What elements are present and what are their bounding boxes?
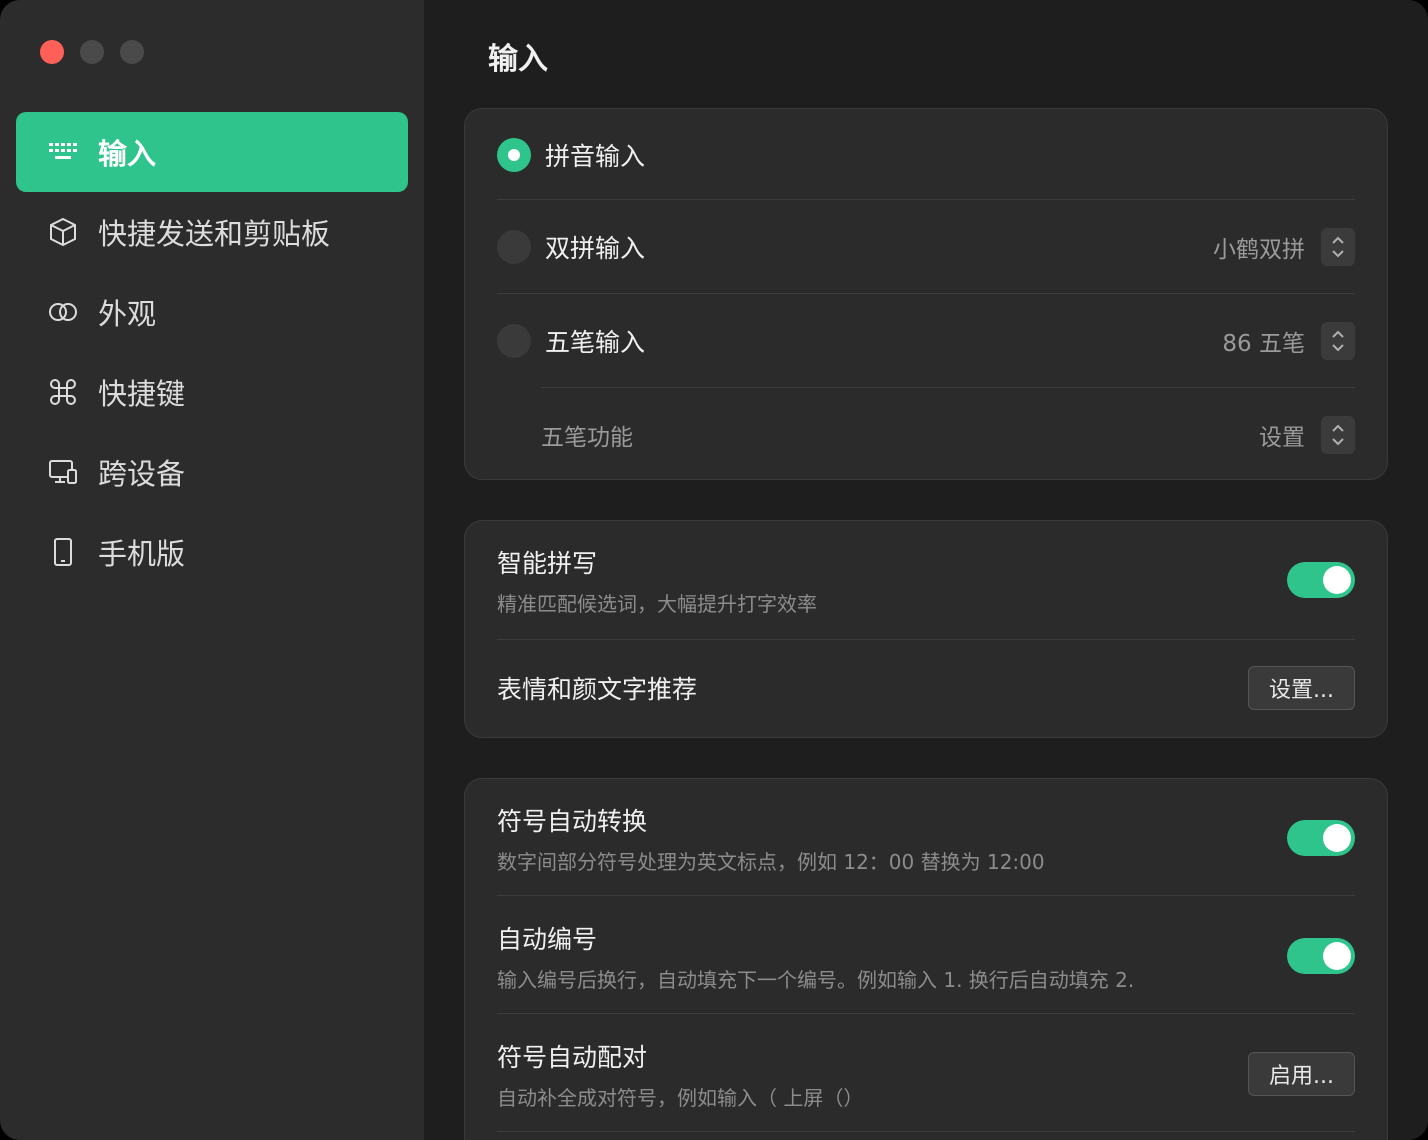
chevron-updown-icon xyxy=(1332,424,1344,446)
command-icon xyxy=(46,375,80,409)
cube-icon xyxy=(46,215,80,249)
auto-number-label: 自动编号 xyxy=(497,924,598,954)
wubi-label: 五笔输入 xyxy=(545,328,646,357)
auto-pair-enable-button[interactable]: 启用... xyxy=(1248,1052,1355,1096)
auto-convert-desc: 数字间部分符号处理为英文标点，例如 12：00 替换为 12:00 xyxy=(497,849,1045,874)
auto-number-desc: 输入编号后换行，自动填充下一个编号。例如输入 1. 换行后自动填充 2. xyxy=(497,967,1135,992)
sidebar-item-cross-device[interactable]: 跨设备 xyxy=(16,432,408,512)
auto-pair-label: 符号自动配对 xyxy=(497,1042,648,1072)
input-method-card: 拼音输入 双拼输入 小鹤双拼 五笔输入 86 五笔 五笔功能 设置 xyxy=(464,108,1388,480)
smart-spell-row: 智能拼写 精准匹配候选词，大幅提升打字效率 xyxy=(497,543,1355,617)
sidebar-item-label: 手机版 xyxy=(98,537,186,571)
wubi-feature-row: 五笔功能 设置 xyxy=(497,415,1355,455)
wubi-feature-stepper[interactable] xyxy=(1321,416,1355,454)
phone-icon xyxy=(46,535,80,569)
shuangpin-row[interactable]: 双拼输入 小鹤双拼 xyxy=(497,227,1355,267)
sidebar-item-label: 快捷发送和剪贴板 xyxy=(98,217,331,251)
shuangpin-label: 双拼输入 xyxy=(545,234,646,263)
emoji-settings-button[interactable]: 设置... xyxy=(1248,666,1355,710)
rings-icon xyxy=(46,295,80,329)
shuangpin-radio[interactable] xyxy=(497,230,531,264)
wubi-version-stepper[interactable] xyxy=(1321,322,1355,360)
wubi-radio[interactable] xyxy=(497,324,531,358)
divider xyxy=(497,895,1355,896)
emoji-row: 表情和颜文字推荐 设置... xyxy=(497,665,1355,711)
auto-convert-toggle[interactable] xyxy=(1287,820,1355,856)
divider xyxy=(497,639,1355,640)
auto-convert-label: 符号自动转换 xyxy=(497,806,648,836)
divider xyxy=(497,1131,1355,1132)
pinyin-row[interactable]: 拼音输入 xyxy=(497,135,1355,175)
auto-pair-desc: 自动补全成对符号，例如输入（ 上屏（） xyxy=(497,1085,864,1110)
shuangpin-scheme-stepper[interactable] xyxy=(1321,228,1355,266)
smart-features-card: 智能拼写 精准匹配候选词，大幅提升打字效率 表情和颜文字推荐 设置... xyxy=(464,520,1388,738)
pinyin-radio[interactable] xyxy=(497,138,531,172)
smart-spell-label: 智能拼写 xyxy=(497,548,598,578)
close-window-button[interactable] xyxy=(40,40,64,64)
divider xyxy=(497,1013,1355,1014)
chevron-updown-icon xyxy=(1332,236,1344,258)
emoji-label: 表情和颜文字推荐 xyxy=(497,675,698,704)
sidebar-item-label: 跨设备 xyxy=(98,457,186,491)
chevron-updown-icon xyxy=(1332,330,1344,352)
sidebar-item-appearance[interactable]: 外观 xyxy=(16,272,408,352)
sidebar: 输入 快捷发送和剪贴板 外观 快捷键 跨设备 手机版 xyxy=(0,0,424,1140)
auto-number-row: 自动编号 输入编号后换行，自动填充下一个编号。例如输入 1. 换行后自动填充 2… xyxy=(497,919,1355,993)
sidebar-item-shortcuts[interactable]: 快捷键 xyxy=(16,352,408,432)
sidebar-item-label: 外观 xyxy=(98,297,157,331)
window-controls xyxy=(40,40,144,64)
maximize-window-button[interactable] xyxy=(120,40,144,64)
smart-spell-desc: 精准匹配候选词，大幅提升打字效率 xyxy=(497,591,817,616)
wubi-feature-value[interactable]: 设置 xyxy=(1259,418,1305,452)
sidebar-item-mobile[interactable]: 手机版 xyxy=(16,512,408,592)
keyboard-icon xyxy=(46,135,80,169)
auto-number-toggle[interactable] xyxy=(1287,938,1355,974)
sidebar-item-clipboard[interactable]: 快捷发送和剪贴板 xyxy=(16,192,408,272)
wubi-feature-label: 五笔功能 xyxy=(541,425,633,451)
app-window: 输入 快捷发送和剪贴板 外观 快捷键 跨设备 手机版 输入 拼音输入 双拼输入 … xyxy=(0,0,1428,1140)
wubi-row[interactable]: 五笔输入 86 五笔 xyxy=(497,321,1355,361)
divider xyxy=(541,387,1355,388)
divider xyxy=(497,293,1355,294)
divider xyxy=(497,199,1355,200)
symbol-features-card: 符号自动转换 数字间部分符号处理为英文标点，例如 12：00 替换为 12:00… xyxy=(464,778,1388,1140)
pinyin-label: 拼音输入 xyxy=(545,142,646,171)
auto-pair-row: 符号自动配对 自动补全成对符号，例如输入（ 上屏（） 启用... xyxy=(497,1037,1355,1111)
auto-convert-row: 符号自动转换 数字间部分符号处理为英文标点，例如 12：00 替换为 12:00 xyxy=(497,801,1355,875)
smart-spell-toggle[interactable] xyxy=(1287,562,1355,598)
shuangpin-scheme-value[interactable]: 小鹤双拼 xyxy=(1213,230,1305,264)
sidebar-item-label: 输入 xyxy=(98,137,157,171)
main-panel: 输入 拼音输入 双拼输入 小鹤双拼 五笔输入 86 五笔 五笔功能 设置 智能拼… xyxy=(424,0,1428,1140)
page-title: 输入 xyxy=(488,42,548,77)
sidebar-nav: 输入 快捷发送和剪贴板 外观 快捷键 跨设备 手机版 xyxy=(16,112,408,592)
wubi-version-value[interactable]: 86 五笔 xyxy=(1222,324,1305,358)
minimize-window-button[interactable] xyxy=(80,40,104,64)
devices-icon xyxy=(46,455,80,489)
sidebar-item-label: 快捷键 xyxy=(98,377,186,411)
sidebar-item-input[interactable]: 输入 xyxy=(16,112,408,192)
